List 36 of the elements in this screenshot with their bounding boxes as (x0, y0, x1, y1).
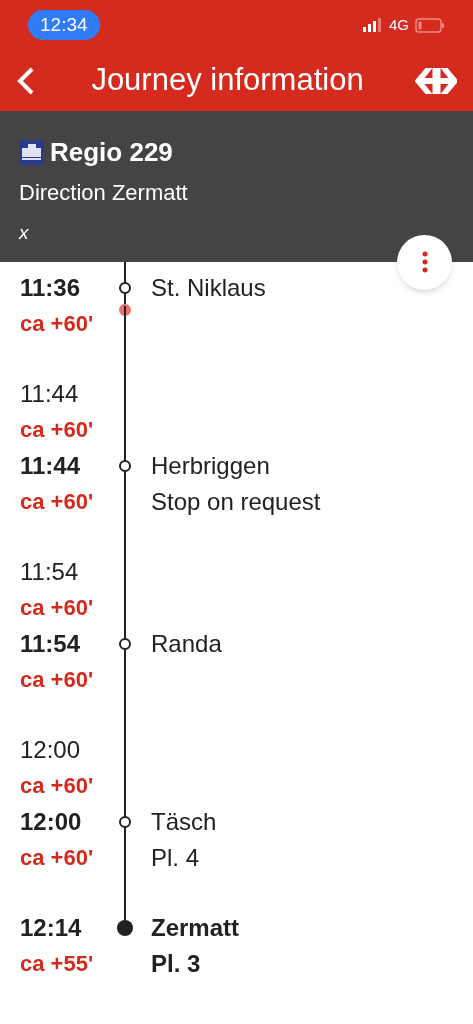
logo-icon (415, 67, 457, 94)
status-time: 12:34 (28, 9, 100, 41)
delay-label: ca +60' (20, 772, 94, 800)
station-name[interactable]: Zermatt (151, 909, 240, 946)
train-note: x (19, 221, 30, 245)
stop-note: Stop on request (151, 486, 321, 517)
station-name[interactable]: Herbriggen (151, 447, 270, 484)
page-title: Journey information (90, 61, 365, 100)
more-icon (421, 251, 428, 273)
more-button[interactable] (397, 234, 452, 290)
stop-note: Pl. 3 (151, 948, 201, 979)
departure-time: 11:36 (20, 272, 81, 303)
departure-time: 11:54 (20, 628, 81, 659)
delay-label: ca +55' (20, 950, 94, 978)
departure-time: 12:14 (20, 912, 82, 943)
train-name: Regio 229 (50, 136, 173, 169)
signal-icon (363, 18, 383, 32)
station-name[interactable]: St. Niklaus (151, 269, 266, 306)
departure-time: 11:44 (20, 450, 81, 481)
delay-label: ca +60' (20, 666, 94, 694)
departure-time: 12:00 (20, 806, 82, 837)
delay-label: ca +60' (20, 310, 94, 338)
delay-label: ca +60' (20, 844, 94, 872)
delay-label: ca +60' (20, 488, 94, 516)
train-icon (19, 140, 44, 165)
stop-note: Pl. 4 (151, 842, 200, 873)
network-label: 4G (389, 14, 409, 35)
battery-icon (415, 17, 445, 33)
station-name[interactable]: Randa (151, 625, 222, 662)
station-name[interactable]: Täsch (151, 803, 217, 840)
arrival-time: 11:54 (20, 556, 79, 587)
delay-label: ca +60' (20, 416, 94, 444)
train-direction: Direction Zermatt (19, 179, 189, 207)
arrival-time: 11:44 (20, 378, 79, 409)
arrival-time: 12:00 (20, 734, 81, 765)
delay-label: ca +60' (20, 594, 94, 622)
